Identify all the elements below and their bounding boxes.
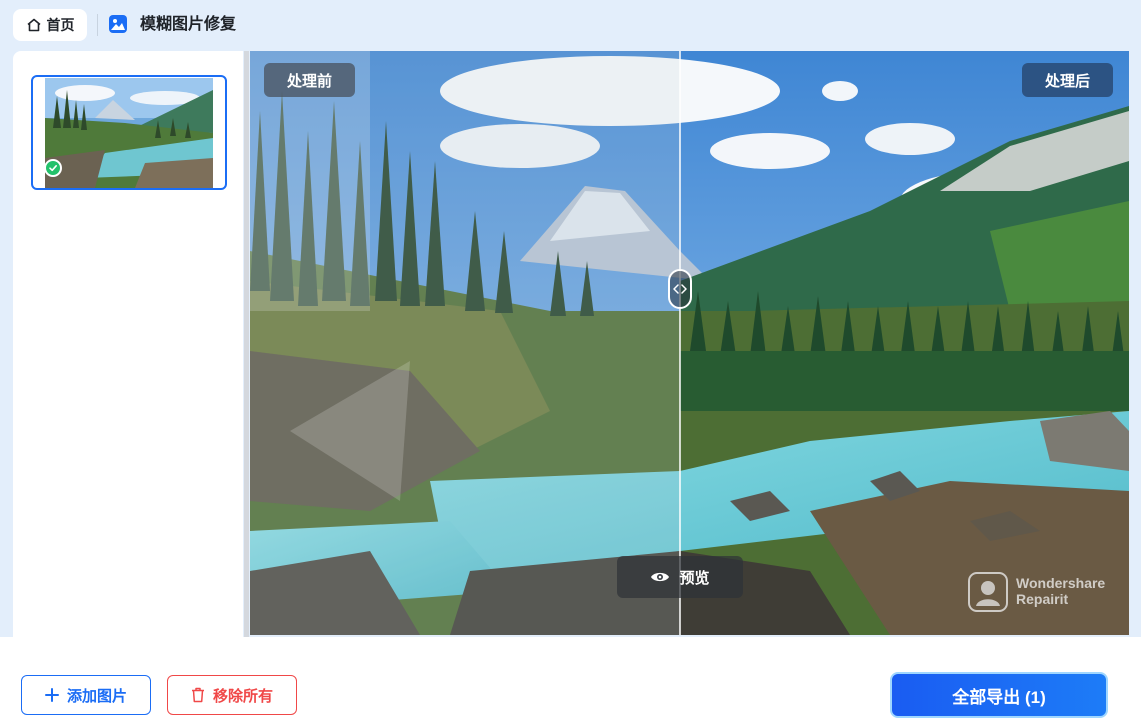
after-label: 处理后 [1022,63,1113,97]
remove-all-label: 移除所有 [212,687,273,705]
bottom-action-bar: 添加图片 移除所有 全部导出 (1) [0,637,1141,727]
split-arrows-icon [673,284,687,294]
repairit-logo-icon [968,572,1008,612]
preview-button-label: 预览 [679,569,710,587]
watermark-line2: Repairit [1016,591,1069,607]
blur-haze-overlay [250,51,680,635]
add-image-label: 添加图片 [66,687,127,705]
comparison-preview: 处理前 处理后 预览 Wondershare Repairit [250,51,1129,635]
page-title: 模糊图片修复 [140,16,237,33]
comparison-slider-handle[interactable] [668,269,692,309]
right-gutter [1129,51,1141,637]
image-icon [109,15,127,33]
image-thumbnail-card[interactable] [31,75,227,190]
remove-all-button[interactable]: 移除所有 [167,675,297,715]
export-all-label: 全部导出 (1) [952,687,1046,707]
image-list-panel [13,51,243,637]
home-button[interactable]: 首页 [13,9,87,41]
home-label: 首页 [46,17,75,33]
comparison-divider-line [679,51,681,635]
selected-check-badge [44,159,62,177]
eye-icon [651,572,670,582]
list-scrollbar[interactable] [244,51,249,637]
check-icon [49,165,57,172]
top-bar: 首页 模糊图片修复 [0,0,1141,50]
preview-button[interactable]: 预览 [617,556,743,598]
plus-icon [44,688,59,702]
image-thumbnail [45,78,213,188]
header-divider [97,14,98,36]
watermark-text: Wondershare Repairit [1016,575,1105,607]
watermark-line1: Wondershare [1016,575,1106,591]
add-image-button[interactable]: 添加图片 [21,675,151,715]
home-icon [26,18,41,32]
export-all-button[interactable]: 全部导出 (1) [890,672,1108,718]
brand-watermark: Wondershare Repairit [968,571,1128,613]
before-label: 处理前 [264,63,355,97]
trash-icon [191,687,204,703]
